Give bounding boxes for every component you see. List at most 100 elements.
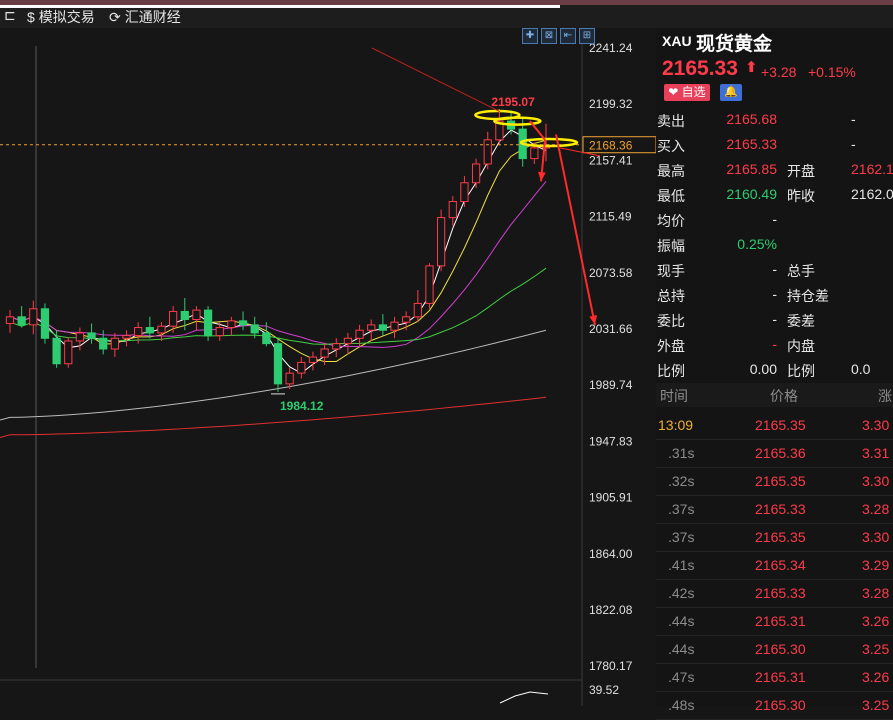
tick-change: 3.29 — [862, 557, 890, 573]
candle-up[interactable] — [437, 217, 446, 267]
quote-value: 2160.49 — [726, 186, 777, 202]
quote-value: 0.25% — [737, 236, 777, 252]
y-axis-tick-label: 2241.24 — [589, 41, 633, 55]
tick-row[interactable]: .31s 2165.36 3.31 — [656, 439, 893, 468]
tick-price: 2165.36 — [755, 445, 806, 461]
candle-down[interactable] — [40, 308, 50, 339]
tick-time: .44s — [668, 641, 695, 657]
crosshair-button[interactable]: ✚ — [522, 28, 538, 44]
candle-up[interactable] — [425, 265, 434, 304]
candle-down[interactable] — [87, 332, 96, 339]
candle-up[interactable] — [297, 361, 306, 374]
candle-up[interactable] — [122, 335, 131, 339]
tick-change: 3.30 — [862, 529, 890, 545]
candle-up[interactable] — [5, 316, 15, 325]
candle-up[interactable] — [308, 356, 318, 363]
tab-label: 模拟交易 — [38, 9, 95, 25]
candle-down[interactable] — [250, 324, 259, 334]
candle-down[interactable] — [17, 316, 26, 326]
ticks-header-price: 价格 — [770, 388, 798, 404]
tab-simulated-trading[interactable]: $ 模拟交易 — [27, 7, 95, 27]
tick-price: 2165.30 — [755, 641, 806, 657]
candle-down[interactable] — [238, 320, 248, 326]
shift-left-button[interactable]: ⇤ — [560, 28, 576, 44]
candle-down[interactable] — [99, 337, 108, 350]
candle-up[interactable] — [367, 324, 376, 331]
last-price: 2165.33 — [662, 57, 738, 80]
tick-row[interactable]: .32s 2165.35 3.30 — [656, 467, 893, 496]
candle-up[interactable] — [75, 332, 85, 342]
symbol-code: XAU — [662, 33, 692, 49]
tick-row[interactable]: .47s 2165.31 3.26 — [656, 663, 893, 692]
quote-label: 现手 — [657, 263, 685, 279]
quote-label: 总手 — [787, 263, 815, 279]
candle-up[interactable] — [64, 340, 73, 365]
tick-row[interactable]: .42s 2165.33 3.28 — [656, 579, 893, 608]
candle-up[interactable] — [227, 320, 236, 329]
candle-up[interactable] — [332, 343, 341, 350]
add-favorite-button[interactable]: ❤ 自选 — [664, 84, 710, 101]
candle-up[interactable] — [215, 327, 224, 337]
candle-down[interactable] — [145, 327, 154, 334]
candle-up[interactable] — [320, 348, 329, 358]
tick-time: .44s — [668, 613, 695, 629]
candle-up[interactable] — [448, 201, 457, 219]
tab-fx678-news[interactable]: ⟳ 汇通财经 — [109, 7, 181, 27]
tab-partial-left[interactable]: ⊏ — [4, 7, 16, 24]
candle-up[interactable] — [413, 302, 422, 318]
candle-up[interactable] — [483, 139, 492, 165]
candle-up[interactable] — [169, 310, 178, 327]
candle-up[interactable] — [402, 316, 411, 323]
left-tab-fragment: ⊏ — [4, 7, 16, 23]
tick-row[interactable]: 13:09 2165.35 3.30 — [656, 411, 893, 440]
candle-down[interactable] — [378, 324, 387, 331]
quote-label: 外盘 — [657, 338, 685, 354]
tick-change: 3.30 — [862, 417, 890, 433]
quote-value: - — [772, 286, 777, 302]
tick-change: 3.25 — [862, 697, 890, 713]
candlestick-chart[interactable]: 2241.24 2199.32 2157.41 2115.49 2073.58 2031.… — [0, 28, 656, 706]
tick-row[interactable]: .41s 2165.34 3.29 — [656, 551, 893, 580]
quote-label: 持仓差 — [787, 288, 829, 304]
tab-label: 汇通财经 — [124, 9, 181, 25]
layout-button[interactable]: ⊞ — [579, 28, 595, 44]
tick-time: 13:09 — [658, 417, 694, 433]
candle-up[interactable] — [343, 337, 353, 345]
candle-down[interactable] — [262, 332, 271, 345]
price-change: +3.28 — [761, 64, 797, 80]
chart-canvas[interactable]: 2241.242199.322157.412115.492073.582031.… — [0, 28, 656, 706]
tick-change: 3.28 — [862, 585, 890, 601]
tick-row[interactable]: .37s 2165.33 3.28 — [656, 495, 893, 524]
candle-up[interactable] — [157, 325, 166, 334]
current-price-label: 2168.36 — [589, 139, 633, 153]
candle-up[interactable] — [29, 308, 38, 326]
zoom-button[interactable]: ⊠ — [541, 28, 557, 44]
tick-price: 2165.30 — [755, 697, 806, 713]
tick-row[interactable]: .44s 2165.30 3.25 — [656, 635, 893, 664]
tick-change: 3.25 — [862, 641, 890, 657]
candle-up[interactable] — [471, 163, 481, 184]
ticks-header: 时间 价格 涨 — [656, 383, 893, 407]
bell-icon[interactable]: 🔔 — [720, 84, 742, 101]
candle-up[interactable] — [460, 182, 469, 203]
candle-down[interactable] — [52, 337, 61, 365]
candle-down[interactable] — [180, 310, 189, 321]
candle-up[interactable] — [110, 337, 119, 350]
candle-up[interactable] — [530, 147, 539, 160]
candle-down[interactable] — [273, 343, 283, 385]
ticks-header-change: 涨 — [878, 388, 892, 404]
candle-up[interactable] — [355, 329, 364, 339]
quote-row: 总持 - 持仓差 — [656, 282, 893, 307]
tick-row[interactable]: .44s 2165.31 3.26 — [656, 607, 893, 636]
quote-label: 委比 — [657, 313, 685, 329]
candle-up[interactable] — [192, 309, 201, 321]
tick-row[interactable]: .37s 2165.35 3.30 — [656, 523, 893, 552]
candle-up[interactable] — [285, 372, 294, 385]
candle-up[interactable] — [134, 327, 143, 337]
y-axis-tick-label: 2115.49 — [589, 210, 632, 224]
candle-down[interactable] — [203, 309, 213, 337]
quote-label: 卖出 — [657, 113, 685, 129]
tick-change: 3.30 — [862, 473, 890, 489]
chart-toolbar: ✚ ⊠ ⇤ ⊞ — [522, 28, 595, 44]
candle-up[interactable] — [390, 321, 399, 331]
